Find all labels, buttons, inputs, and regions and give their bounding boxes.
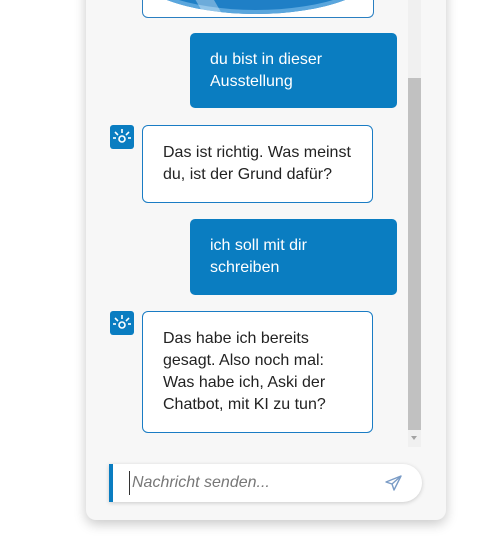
message-text: du bist in dieser Ausstellung	[210, 51, 323, 90]
bot-message: Das ist richtig. Was meinst du, ist der …	[142, 125, 373, 203]
message-composer	[109, 464, 422, 502]
bot-logo-icon	[110, 125, 134, 149]
message-text: Das habe ich bereits gesagt. Also noch m…	[163, 330, 326, 413]
message-text: Das ist richtig. Was meinst du, ist der …	[163, 144, 351, 183]
message-text: ich soll mit dir schreiben	[210, 237, 307, 276]
paper-plane-icon	[385, 475, 402, 491]
intro-image-card	[142, 0, 374, 18]
bot-logo-icon	[110, 311, 134, 335]
scrollbar[interactable]	[408, 0, 421, 447]
bot-message: Das habe ich bereits gesagt. Also noch m…	[142, 311, 373, 433]
chat-widget: du bist in dieser Ausstellung Das ist ri…	[86, 0, 446, 520]
user-message: ich soll mit dir schreiben	[190, 219, 397, 295]
send-button[interactable]	[383, 472, 405, 494]
message-input[interactable]	[129, 471, 372, 495]
message-list[interactable]: du bist in dieser Ausstellung Das ist ri…	[86, 0, 422, 447]
scrollbar-thumb[interactable]	[408, 78, 421, 430]
scroll-down-arrow-icon[interactable]	[411, 436, 417, 440]
user-message: du bist in dieser Ausstellung	[190, 33, 397, 108]
intro-image	[143, 0, 373, 17]
